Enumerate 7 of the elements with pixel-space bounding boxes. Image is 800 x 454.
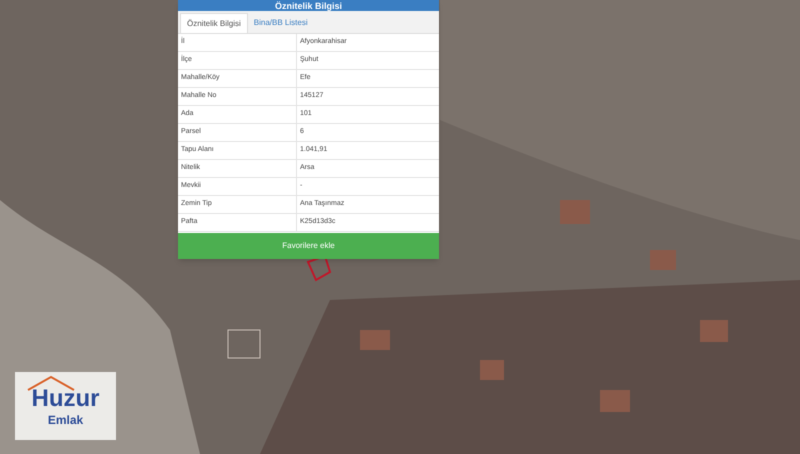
roof-icon <box>26 374 76 390</box>
logo-name: Huzur <box>32 386 100 410</box>
tab[interactable]: Bina/BB Listesi <box>248 13 314 33</box>
tab[interactable]: Öznitelik Bilgisi <box>180 13 248 33</box>
panel-title: Öznitelik Bilgisi <box>274 0 342 10</box>
add-favorite-button[interactable]: Favorilere ekle <box>178 233 439 259</box>
logo-subtitle: Emlak <box>48 414 84 426</box>
